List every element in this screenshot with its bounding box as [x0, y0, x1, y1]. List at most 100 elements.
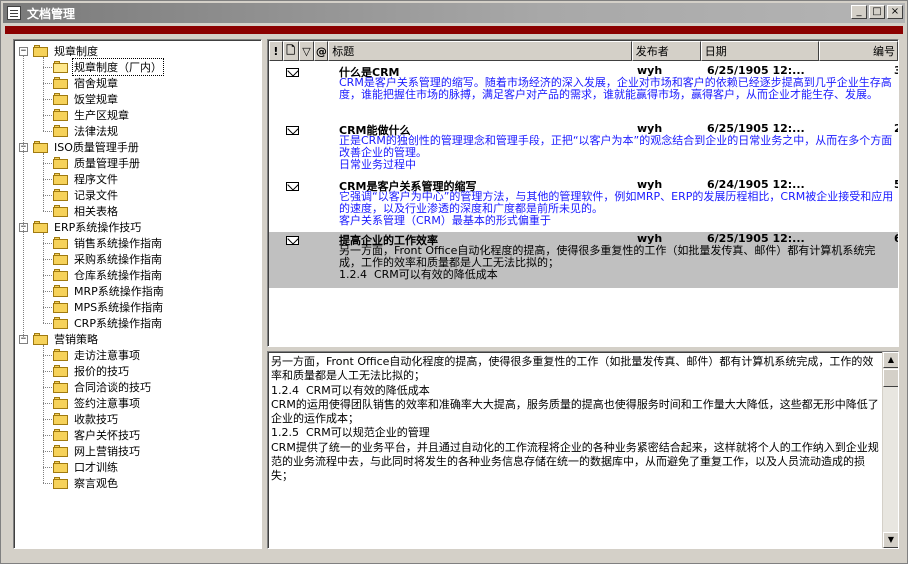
- tree-item[interactable]: 法律法规: [53, 123, 119, 139]
- tree-connector: [43, 211, 52, 212]
- document-body-text: 另一方面，Front Office自动化程度的提高，使得很多重复性的工作（如批量…: [271, 355, 879, 483]
- tree-item[interactable]: 采购系统操作指南: [53, 251, 163, 267]
- message-preview: 正是CRM的独创性的管理理念和管理手段，正把“以客户为本”的观念结合到企业的日常…: [339, 134, 893, 171]
- tree-item[interactable]: 察言观色: [53, 475, 119, 491]
- folder-icon: [53, 253, 69, 265]
- tree-connector: [43, 483, 52, 484]
- scroll-down-icon[interactable]: ▼: [883, 532, 898, 548]
- tree-item[interactable]: MPS系统操作指南: [53, 299, 164, 315]
- message-preview: 它强调“以客户为中心”的管理方法，与其他的管理软件，例如MRP、ERP的发展历程…: [339, 190, 894, 227]
- attachment-column-icon[interactable]: @: [314, 41, 329, 61]
- column-publisher[interactable]: 发布者: [631, 41, 701, 61]
- minimize-button[interactable]: _: [851, 5, 867, 19]
- tree-group[interactable]: − ISO质量管理手册: [19, 139, 140, 155]
- message-row[interactable]: 提高企业的工作效率wyh6/25/1905 12:...6另一方面，Front …: [269, 232, 898, 288]
- preview-scrollbar[interactable]: ▲ ▼: [882, 352, 898, 548]
- tree-item[interactable]: 生产区规章: [53, 107, 130, 123]
- tree-group[interactable]: − ERP系统操作技巧: [19, 219, 142, 235]
- tree-item-label: 质量管理手册: [74, 157, 140, 170]
- folder-icon: [53, 125, 69, 137]
- title-bar[interactable]: 文档管理 _ □ ×: [3, 3, 905, 23]
- message-number: 6: [894, 232, 898, 245]
- tree-item[interactable]: 收款技巧: [53, 411, 119, 427]
- message-row[interactable]: CRM能做什么wyh6/25/1905 12:...2正是CRM的独创性的管理理…: [269, 122, 898, 178]
- tree-connector: [43, 387, 52, 388]
- category-tree[interactable]: − 规章制度 规章制度（厂内） 宿舍规章 饭堂规章生产区规章 法律法规 − ISO质量管理手册…: [13, 39, 262, 549]
- tree-item[interactable]: CRP系统操作指南: [53, 315, 163, 331]
- tree-group[interactable]: − 营销策略: [19, 331, 99, 347]
- column-title[interactable]: 标题: [328, 41, 632, 61]
- folder-icon: [53, 237, 69, 249]
- column-number[interactable]: 编号: [819, 41, 898, 61]
- tree-connector: [43, 115, 52, 116]
- tree-item-label: CRP系统操作指南: [74, 317, 162, 330]
- tree-item[interactable]: 合同洽谈的技巧: [53, 379, 152, 395]
- tree-item-label: 程序文件: [74, 173, 118, 186]
- message-preview: 另一方面，Front Office自动化程度的提高，使得很多重复性的工作（如批量…: [339, 244, 876, 281]
- tree-item[interactable]: 签约注意事项: [53, 395, 141, 411]
- tree-item[interactable]: 相关表格: [53, 203, 119, 219]
- tree-item[interactable]: 仓库系统操作指南: [53, 267, 163, 283]
- tree-connector: [43, 307, 52, 308]
- tree-item[interactable]: 宿舍规章: [53, 75, 119, 91]
- tree-item[interactable]: 质量管理手册: [53, 155, 141, 171]
- tree-connector: [43, 163, 52, 164]
- tree-item-label: 报价的技巧: [74, 365, 129, 378]
- window-title: 文档管理: [27, 6, 76, 21]
- tree-item[interactable]: 口才训练: [53, 459, 119, 475]
- folder-icon: [33, 141, 49, 153]
- tree-item[interactable]: 饭堂规章: [53, 91, 119, 107]
- tree-item-label: 签约注意事项: [74, 397, 140, 410]
- tree-group[interactable]: − 规章制度: [19, 43, 99, 59]
- tree-connector: [43, 195, 52, 196]
- tree-connector: [43, 67, 52, 68]
- tree-item-label: MRP系统操作指南: [74, 285, 164, 298]
- tree-connector: [43, 99, 52, 100]
- close-button[interactable]: ×: [887, 5, 903, 19]
- folder-icon: [53, 77, 69, 89]
- tree-item[interactable]: 报价的技巧: [53, 363, 130, 379]
- tree-item[interactable]: 销售系统操作指南: [53, 235, 163, 251]
- tree-item-label: 仓库系统操作指南: [74, 269, 162, 282]
- tree-connector: [43, 435, 52, 436]
- message-row[interactable]: CRM是客户关系管理的缩写wyh6/24/1905 12:...5它强调“以客户…: [269, 178, 898, 232]
- document-type-column-icon[interactable]: 🗋: [282, 41, 299, 61]
- folder-icon: [53, 189, 69, 201]
- message-number: 5: [894, 178, 898, 191]
- tree-item-label: 采购系统操作指南: [74, 253, 162, 266]
- tree-connector: [43, 403, 52, 404]
- tree-item[interactable]: 走访注意事项: [53, 347, 141, 363]
- tree-item[interactable]: 客户关怀技巧: [53, 427, 141, 443]
- tree-item[interactable]: 网上营销技巧: [53, 443, 141, 459]
- tree-item-label: 生产区规章: [74, 109, 129, 122]
- tree-connector: [43, 355, 52, 356]
- folder-icon: [33, 333, 49, 345]
- tree-connector: [43, 451, 52, 452]
- importance-column-icon[interactable]: !: [269, 41, 283, 61]
- tree-connector: [43, 323, 52, 324]
- document-preview-pane[interactable]: 另一方面，Front Office自动化程度的提高，使得很多重复性的工作（如批量…: [267, 351, 899, 549]
- tree-connector: [43, 259, 52, 260]
- tree-item[interactable]: 程序文件: [53, 171, 119, 187]
- tree-connector: [43, 467, 52, 468]
- message-preview: CRM是客户关系管理的缩写。随着市场经济的深入发展，企业对市场和客户的依赖已经逐…: [339, 76, 892, 101]
- tree-connector: [43, 131, 52, 132]
- tree-item[interactable]: 记录文件: [53, 187, 119, 203]
- scroll-thumb[interactable]: [883, 369, 898, 387]
- app-icon: [7, 6, 21, 20]
- header-accent-bar: [5, 26, 903, 34]
- document-list[interactable]: ! 🗋 ▽ @ 标题 发布者 日期 编号 什么是CRM wyh 6/25/1905 …: [267, 39, 899, 347]
- flag-column-icon[interactable]: ▽: [298, 41, 315, 61]
- maximize-button[interactable]: □: [869, 5, 885, 19]
- folder-icon: [53, 205, 69, 217]
- column-date[interactable]: 日期: [700, 41, 820, 61]
- scroll-up-icon[interactable]: ▲: [883, 352, 898, 368]
- tree-item[interactable]: 规章制度（厂内）: [53, 58, 164, 76]
- tree-item-label: 客户关怀技巧: [74, 429, 140, 442]
- folder-icon: [33, 45, 49, 57]
- folder-icon: [53, 317, 69, 329]
- message-row[interactable]: 什么是CRMwyh6/25/1905 12:...3CRM是客户关系管理的缩写。…: [269, 64, 898, 122]
- tree-connector: [43, 57, 44, 131]
- tree-root-connector: [23, 55, 24, 339]
- tree-item[interactable]: MRP系统操作指南: [53, 283, 165, 299]
